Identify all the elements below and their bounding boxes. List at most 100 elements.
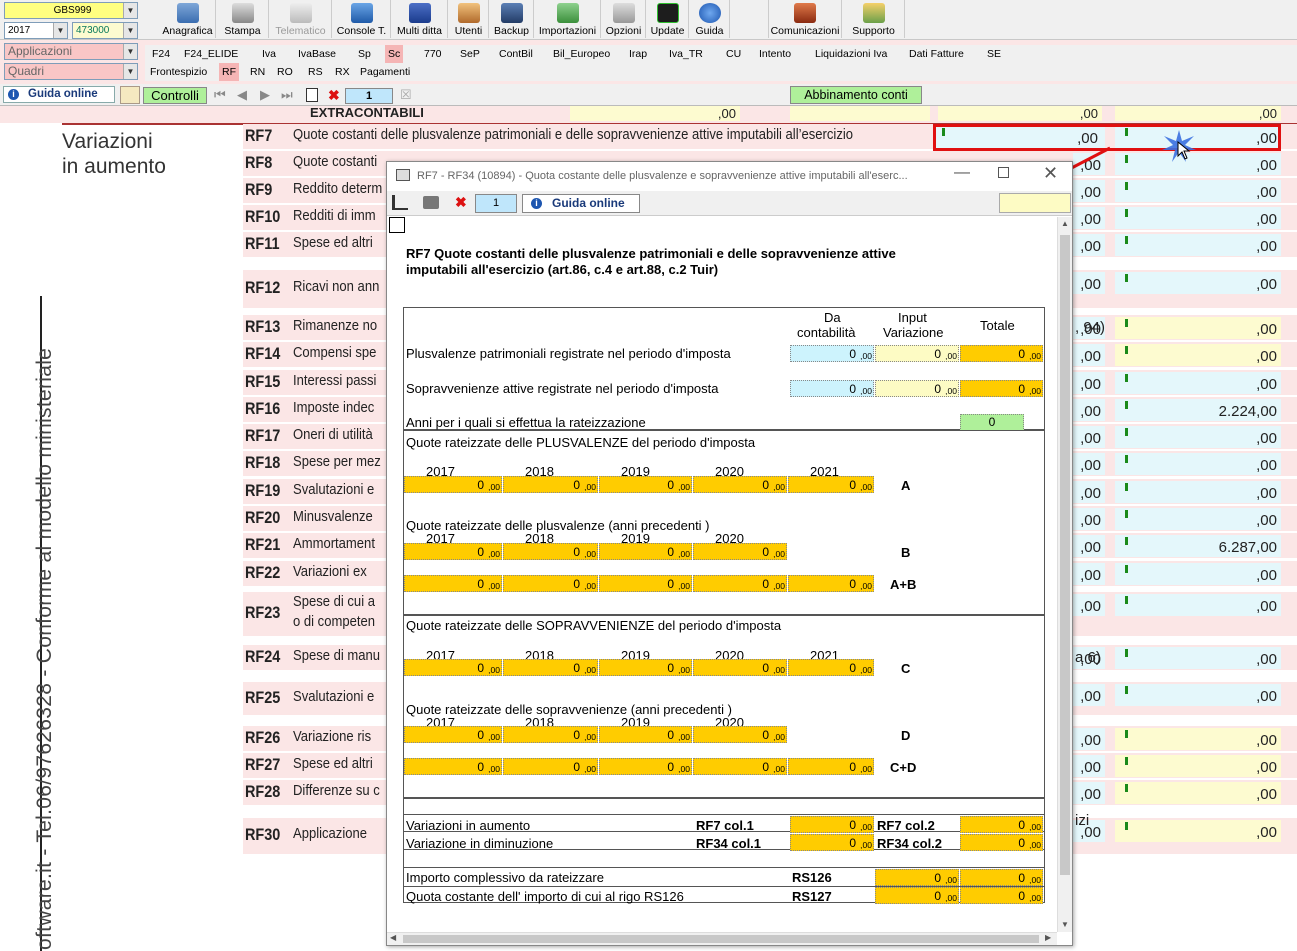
rate-input-2018[interactable]: 0,00 bbox=[503, 575, 598, 592]
dialog-page-number[interactable]: 1 bbox=[475, 194, 517, 213]
tab-rf[interactable]: RF bbox=[219, 63, 239, 81]
first-page-icon[interactable]: ⏮ bbox=[214, 87, 226, 103]
rate-input-2021[interactable]: 0,00 bbox=[788, 575, 874, 592]
delete-icon[interactable]: ✖ bbox=[455, 194, 467, 211]
rf7-col1-input[interactable]: 0,00 bbox=[790, 816, 874, 833]
scroll-up-icon[interactable]: ▲ bbox=[1061, 219, 1069, 228]
exit-icon[interactable] bbox=[392, 195, 408, 210]
row-field-col1[interactable]: ,00 bbox=[1073, 399, 1105, 421]
chevron-down-icon[interactable]: ▼ bbox=[123, 44, 137, 59]
rate-input-2018[interactable]: 0,00 bbox=[503, 758, 598, 775]
scroll-down-icon[interactable]: ▼ bbox=[1061, 920, 1069, 929]
quadri-select[interactable]: Quadri ▼ bbox=[4, 63, 138, 80]
extracontabili-field-2[interactable] bbox=[790, 106, 930, 121]
row-field-col1[interactable]: ,00 bbox=[1073, 728, 1105, 750]
row-field[interactable]: ,00 bbox=[1115, 481, 1281, 503]
row-field-col1[interactable]: ,00 bbox=[1073, 684, 1105, 706]
rate-input-2018[interactable]: 0,00 bbox=[503, 659, 598, 676]
rf7-col2-input[interactable]: 0,00 bbox=[960, 816, 1043, 833]
rs127-col2-input[interactable]: 0,00 bbox=[960, 887, 1043, 904]
extracontabili-field-1[interactable]: ,00 bbox=[570, 106, 740, 121]
scroll-thumb[interactable] bbox=[403, 935, 1039, 943]
plusvalenze-contabilita-input[interactable]: 0,00 bbox=[790, 345, 874, 362]
row-field-col1[interactable]: ,00 bbox=[1073, 372, 1105, 394]
guida-online-button[interactable]: i Guida online bbox=[3, 86, 115, 103]
close-page-icon[interactable]: ☒ bbox=[400, 87, 412, 103]
tab-sc[interactable]: Sc bbox=[385, 45, 404, 63]
scroll-right-icon[interactable]: ▶ bbox=[1045, 933, 1051, 942]
rate-input-2017[interactable]: 0,00 bbox=[404, 758, 502, 775]
row-field[interactable]: ,00 bbox=[1115, 453, 1281, 475]
row-field[interactable]: ,00 bbox=[1115, 820, 1281, 842]
tab-intento[interactable]: Intento bbox=[756, 45, 794, 63]
abbinamento-conti-button[interactable]: Abbinamento conti bbox=[790, 86, 922, 104]
tab-rn[interactable]: RN bbox=[247, 63, 268, 81]
row-field-col1[interactable]: ,00 bbox=[1073, 508, 1105, 530]
rs127-col1-input[interactable]: 0,00 bbox=[875, 887, 959, 904]
row-field-col1[interactable]: ,00 bbox=[1073, 594, 1105, 616]
row-field[interactable]: 6.287,00 bbox=[1115, 535, 1281, 557]
rate-input-2020[interactable]: 0,00 bbox=[693, 575, 787, 592]
multi-ditta-button[interactable]: Multi ditta bbox=[392, 0, 448, 38]
anagrafica-button[interactable]: Anagrafica bbox=[160, 0, 216, 38]
rate-input-2020[interactable]: 0,00 bbox=[693, 476, 787, 493]
row-field[interactable]: ,00 bbox=[1115, 594, 1281, 616]
update-button[interactable]: Update bbox=[647, 0, 689, 38]
rate-input-2017[interactable]: 0,00 bbox=[404, 476, 502, 493]
next-page-icon[interactable]: ▶ bbox=[260, 87, 270, 103]
row-field[interactable]: ,00 bbox=[1115, 426, 1281, 448]
plusvalenze-variazione-input[interactable]: 0,00 bbox=[875, 345, 959, 362]
tab-rs[interactable]: RS bbox=[305, 63, 326, 81]
row-field-col1[interactable]: ,00 bbox=[1073, 481, 1105, 503]
guida-button[interactable]: Guida bbox=[690, 0, 730, 38]
dialog-guida-online-button[interactable]: i Guida online bbox=[522, 194, 640, 213]
rate-input-2021[interactable]: 0,00 bbox=[788, 758, 874, 775]
row-field[interactable]: ,00 bbox=[1115, 234, 1281, 256]
rs126-col1-input[interactable]: 0,00 bbox=[875, 869, 959, 886]
close-icon[interactable]: ✕ bbox=[1043, 163, 1058, 184]
tab-f24-elide[interactable]: F24_ELIDE bbox=[181, 45, 241, 63]
rate-input-2019[interactable]: 0,00 bbox=[599, 543, 692, 560]
rate-input-2019[interactable]: 0,00 bbox=[599, 726, 692, 743]
console-button[interactable]: Console T. bbox=[333, 0, 391, 38]
tab-770[interactable]: 770 bbox=[421, 45, 445, 63]
row-field[interactable]: ,00 bbox=[1115, 180, 1281, 202]
tab-rx[interactable]: RX bbox=[332, 63, 353, 81]
row-field[interactable]: ,00 bbox=[1115, 272, 1281, 294]
tab-sp[interactable]: Sp bbox=[355, 45, 374, 63]
tab-f24[interactable]: F24 bbox=[149, 45, 173, 63]
supporto-button[interactable]: Supporto bbox=[843, 0, 905, 38]
row-field[interactable]: ,00 bbox=[1115, 207, 1281, 229]
prev-page-icon[interactable]: ◀ bbox=[237, 87, 247, 103]
tab-ivabase[interactable]: IvaBase bbox=[295, 45, 339, 63]
row-field[interactable]: ,00 bbox=[1115, 647, 1281, 669]
rf34-col2-input[interactable]: 0,00 bbox=[960, 834, 1043, 851]
row-field[interactable]: ,00 bbox=[1115, 153, 1281, 175]
row-field[interactable]: ,00 bbox=[1115, 782, 1281, 804]
rate-input-2017[interactable]: 0,00 bbox=[404, 659, 502, 676]
row-field-col1[interactable]: ,00 bbox=[1073, 344, 1105, 366]
tab-irap[interactable]: Irap bbox=[626, 45, 650, 63]
chevron-down-icon[interactable]: ▼ bbox=[123, 3, 137, 18]
checkbox[interactable] bbox=[389, 217, 405, 233]
rate-input-2019[interactable]: 0,00 bbox=[599, 575, 692, 592]
clipboard-icon[interactable] bbox=[120, 86, 140, 104]
row-field-col1[interactable]: ,00 bbox=[1073, 782, 1105, 804]
row-field-col1[interactable]: ,00 bbox=[1073, 272, 1105, 294]
comunicazioni-button[interactable]: Comunicazioni bbox=[768, 0, 842, 38]
tab-frontespizio[interactable]: Frontespizio bbox=[147, 63, 210, 81]
row-field-col1[interactable]: ,00 bbox=[1073, 426, 1105, 448]
extracontabili-field-4[interactable]: ,00 bbox=[1115, 106, 1281, 121]
rate-input-2020[interactable]: 0,00 bbox=[693, 758, 787, 775]
chevron-down-icon[interactable]: ▼ bbox=[123, 23, 137, 38]
rate-input-2017[interactable]: 0,00 bbox=[404, 575, 502, 592]
page-number[interactable]: 1 bbox=[345, 88, 393, 104]
rate-input-2020[interactable]: 0,00 bbox=[693, 543, 787, 560]
rate-input-2017[interactable]: 0,00 bbox=[404, 726, 502, 743]
tab-cu[interactable]: CU bbox=[723, 45, 744, 63]
applicazioni-select[interactable]: Applicazioni ▼ bbox=[4, 43, 138, 60]
code-select[interactable]: 473000 ▼ bbox=[72, 22, 138, 39]
scroll-thumb[interactable] bbox=[1060, 235, 1070, 875]
tab-iva-tr[interactable]: Iva_TR bbox=[666, 45, 706, 63]
tab-pagamenti[interactable]: Pagamenti bbox=[357, 63, 413, 81]
